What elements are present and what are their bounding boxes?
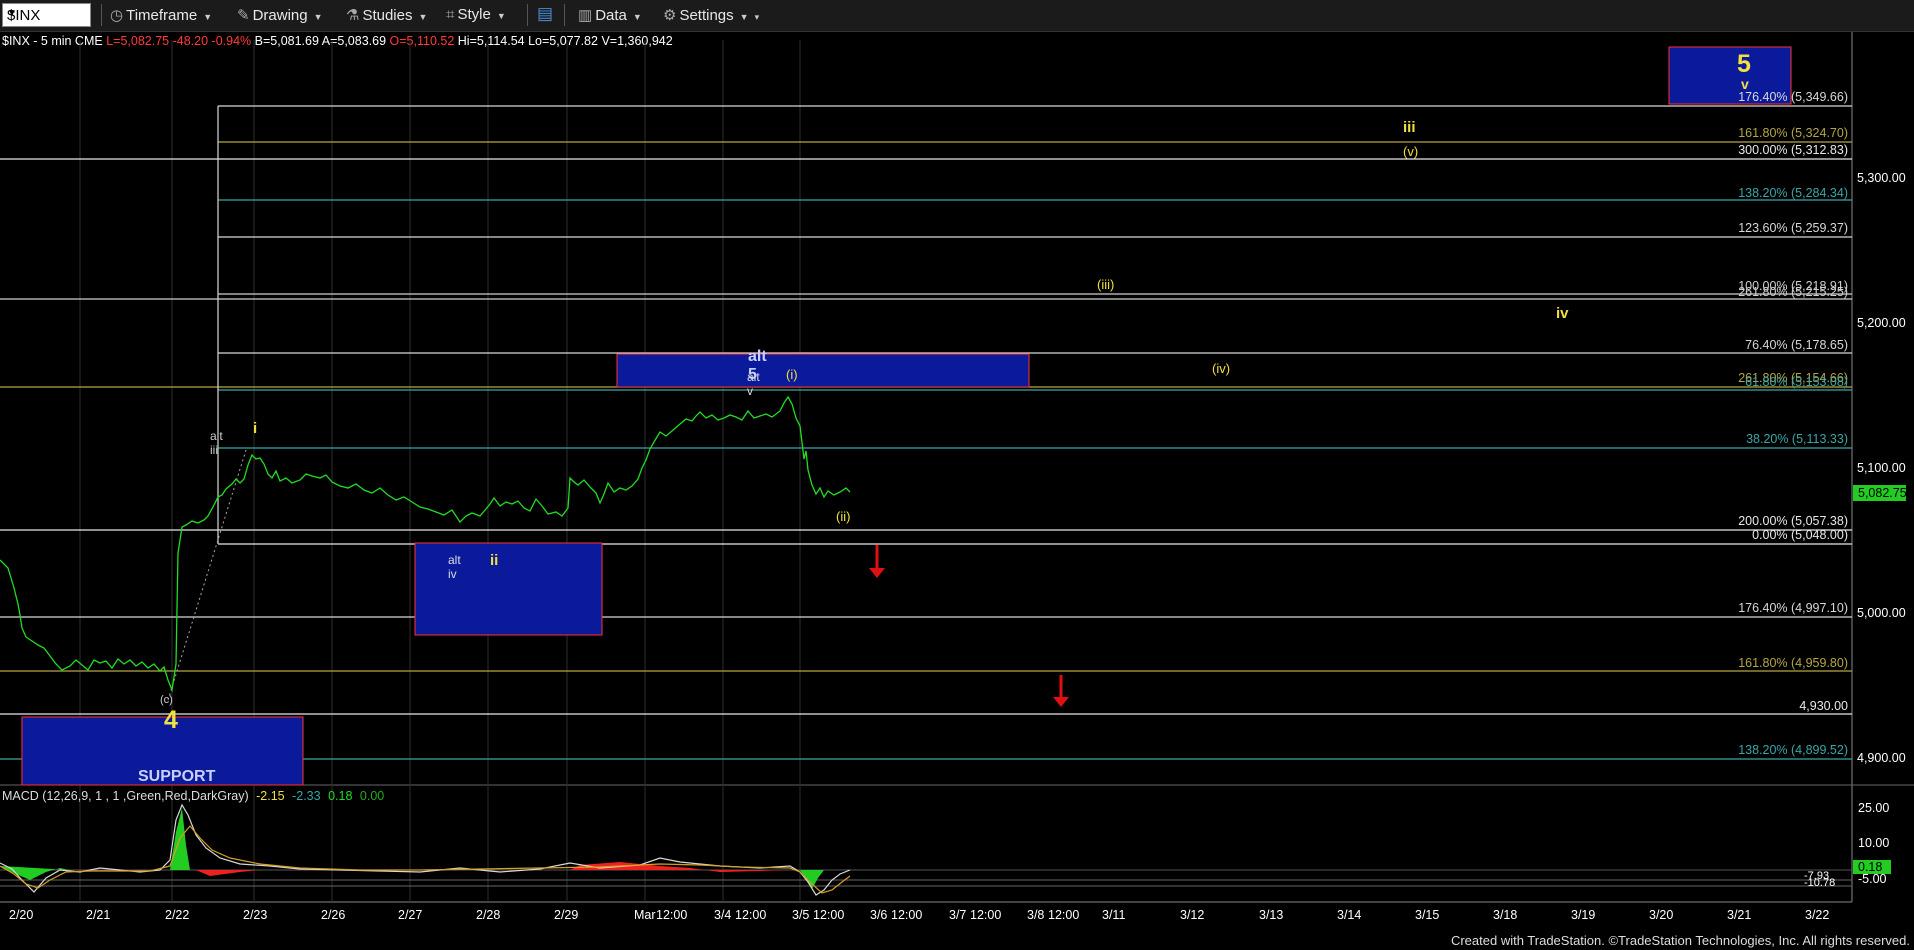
macd-tick: 10.00: [1858, 836, 1890, 850]
date-tick: 2/28: [476, 908, 501, 922]
macd-value-4: 0.00: [359, 789, 385, 803]
fib-label: 138.20% (4,899.52): [1738, 743, 1848, 757]
macd-readout: 0.18: [1858, 860, 1883, 874]
date-tick: 12:00: [1048, 908, 1080, 922]
date-tick: 3/8: [1027, 908, 1045, 922]
date-tick: 12:00: [735, 908, 767, 922]
price-tick: 5,100.00: [1857, 461, 1906, 475]
wave-label-i: i: [253, 420, 258, 437]
date-tick: 2/22: [165, 908, 190, 922]
date-tick: 3/7: [949, 908, 967, 922]
date-tick: 3/21: [1727, 908, 1752, 922]
macd-label: MACD (12,26,9, 1 , 1 ,Green,Red,DarkGray…: [2, 789, 249, 803]
price-tick: 5,200.00: [1857, 316, 1906, 330]
date-tick: 3/5: [792, 908, 810, 922]
fib-label: 200.00% (5,057.38): [1738, 514, 1848, 528]
date-tick: Mar: [634, 908, 656, 922]
wave-label-wave-ii: (ii): [836, 509, 851, 524]
date-tick: 3/14: [1337, 908, 1362, 922]
price-chart[interactable]: [0, 0, 1914, 950]
wave-label-wave-v: (v): [1403, 144, 1419, 159]
date-tick: 3/13: [1259, 908, 1284, 922]
wave-label-iv: iv: [1556, 305, 1569, 322]
fib-label: 123.60% (5,259.37): [1738, 221, 1848, 235]
wave-label-alt-iv: alt iv: [448, 553, 461, 581]
wave-label-ii: ii: [490, 552, 499, 569]
fib-label: 161.80% (5,324.70): [1738, 126, 1848, 140]
wave-label-alt-v: alt v: [747, 370, 760, 398]
macd-value-3: 0.18: [328, 789, 353, 803]
macd-hist-negative: [196, 870, 260, 876]
fib-label: 300.00% (5,312.83): [1738, 143, 1848, 157]
price-tick: 5,300.00: [1857, 171, 1906, 185]
date-tick: 2/29: [554, 908, 579, 922]
macd-value-1: -2.15: [256, 789, 285, 803]
date-tick: 3/6: [870, 908, 888, 922]
fib-label: 138.20% (5,284.34): [1738, 186, 1848, 200]
date-tick: 3/19: [1571, 908, 1596, 922]
date-tick: 2/20: [9, 908, 34, 922]
wave-label-wave-i: (i): [786, 367, 798, 382]
wave-label-wave-iii: (iii): [1097, 277, 1115, 292]
date-tick: 3/18: [1493, 908, 1518, 922]
fib-label: 61.80% (5,153.08): [1745, 375, 1848, 389]
red-arrow-down-icon: [1053, 675, 1069, 707]
price-tick: 4,900.00: [1857, 751, 1906, 765]
date-tick: 2/21: [86, 908, 111, 922]
price-tick: 5,000.00: [1857, 606, 1906, 620]
fib-label: 161.80% (4,959.80): [1738, 656, 1848, 670]
trend-line[interactable]: [167, 449, 247, 701]
date-tick: 2/27: [398, 908, 423, 922]
wave-label-wave-iv: (iv): [1212, 361, 1231, 376]
fib-label: 176.40% (4,997.10): [1738, 601, 1848, 615]
wave-label-v: v: [1741, 76, 1749, 92]
date-tick: 3/22: [1805, 908, 1830, 922]
support-label: SUPPORT: [138, 768, 216, 785]
date-tick: 3/12: [1180, 908, 1205, 922]
wave-label-5: 5: [1737, 50, 1751, 78]
date-tick: 12:00: [970, 908, 1002, 922]
date-tick: 12:00: [813, 908, 845, 922]
footer-credit: Created with TradeStation. ©TradeStation…: [1450, 933, 1910, 948]
macd-value-2: -2.33: [292, 789, 321, 803]
date-tick: 2/26: [321, 908, 346, 922]
date-tick: 3/15: [1415, 908, 1440, 922]
fib-lines[interactable]: [0, 105, 1852, 760]
red-arrow-down-icon: [869, 545, 885, 578]
macd-legend[interactable]: MACD (12,26,9, 1 , 1 ,Green,Red,DarkGray…: [2, 789, 384, 803]
macd-tick: -5.00: [1858, 872, 1887, 886]
wave-label-alt-iii: alt iii: [210, 429, 223, 457]
macd-pane: [0, 803, 1891, 896]
date-tick: 3/4: [714, 908, 732, 922]
date-tick: 3/20: [1649, 908, 1674, 922]
date-tick: 2/23: [243, 908, 268, 922]
macd-tick: 25.00: [1858, 801, 1890, 815]
wave-label-iii: iii: [1403, 119, 1416, 136]
fib-label: 38.20% (5,113.33): [1746, 432, 1848, 446]
date-tick: 3/11: [1102, 908, 1126, 922]
wave-label-c: (c): [160, 694, 173, 706]
fib-label: 0.00% (5,048.00): [1752, 528, 1848, 542]
target-box-alt5[interactable]: [616, 353, 1030, 388]
last-price-label: 5,082.75: [1858, 486, 1907, 500]
wave-label-4: 4: [164, 706, 178, 734]
date-tick: 12:00: [656, 908, 688, 922]
fib-label: 76.40% (5,178.65): [1745, 338, 1848, 352]
fib-label: 4,930.00: [1799, 699, 1848, 713]
fib-label: 261.80% (5,215.25): [1738, 285, 1848, 299]
date-tick: 12:00: [891, 908, 923, 922]
macd-readout: -10.78: [1804, 877, 1836, 889]
fib-label: 176.40% (5,349.66): [1738, 90, 1848, 104]
target-box-alt-iv[interactable]: [414, 542, 603, 636]
